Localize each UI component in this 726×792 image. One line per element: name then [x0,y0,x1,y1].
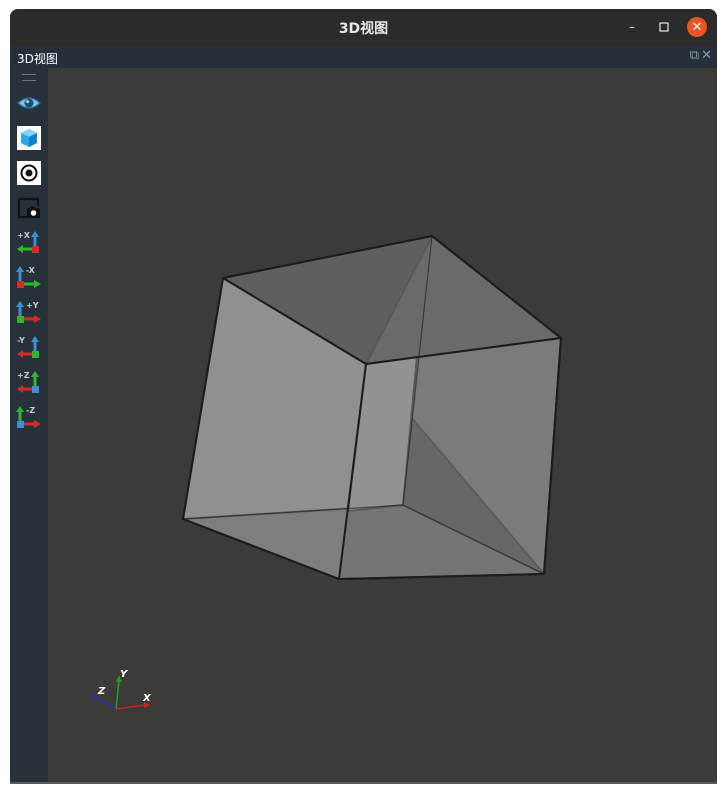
close-button[interactable]: ✕ [687,17,707,37]
app-window: 3D视图 – ✕ 3D视图 ⧉✕ +X -X +Y -Y +Z -Z X Y Z [10,9,717,784]
maximize-button[interactable] [654,17,674,37]
screenshot-button[interactable] [16,195,42,221]
view-plus-y-icon: +Y [16,301,41,323]
view-minus-z-icon: -Z [16,406,41,428]
cube-face-right [338,337,562,580]
view-plus-x-button[interactable]: +X [16,229,42,255]
view-plus-x-label: +X [17,231,31,240]
close-panel-icon[interactable]: ✕ [701,48,714,63]
target-icon [17,161,41,185]
shaded-cube-icon [17,126,41,150]
toggle-visibility-button[interactable] [16,90,42,116]
view-plus-z-icon: +Z [17,371,39,393]
view-plus-y-button[interactable]: +Y [16,299,42,325]
panel-title: 3D视图 [17,52,58,66]
dock-panel-header: 3D视图 ⧉✕ [10,46,717,68]
view-minus-x-button[interactable]: -X [16,264,42,290]
screenshot-icon [17,197,40,219]
view-plus-x-icon: +X [17,231,39,253]
maximize-icon [659,22,669,32]
view-minus-x-label: -X [26,266,36,275]
view-toolbar: +X -X +Y -Y +Z -Z [10,68,48,784]
eye-icon [17,97,41,109]
title-bar[interactable]: 3D视图 – ✕ [10,9,717,46]
view-minus-z-button[interactable]: -Z [16,404,42,430]
scene-canvas[interactable]: X Y Z [48,68,717,784]
window-title: 3D视图 [338,21,389,37]
axes-gizmo: X Y Z [91,669,152,710]
axis-label-x: X [142,693,152,704]
toolbar-drag-handle[interactable] [22,74,36,81]
view-minus-x-icon: -X [16,266,41,288]
view-minus-y-label: -Y [17,336,25,345]
minimize-button[interactable]: – [622,17,642,37]
view-minus-y-button[interactable]: -Y [16,334,42,360]
transparent-cube [182,235,562,580]
window-bottom-edge [10,782,717,784]
3d-viewport[interactable]: X Y Z [48,68,717,784]
axis-label-z: Z [97,686,106,697]
view-minus-y-icon: -Y [17,336,39,358]
axis-label-y: Y [120,669,129,680]
center-view-button[interactable] [16,160,42,186]
view-minus-z-label: -Z [26,406,35,415]
float-panel-icon[interactable]: ⧉ [690,48,701,63]
view-plus-z-button[interactable]: +Z [16,369,42,395]
view-plus-z-label: +Z [17,371,30,380]
view-plus-y-label: +Y [26,301,39,310]
shaded-mode-button[interactable] [16,125,42,151]
